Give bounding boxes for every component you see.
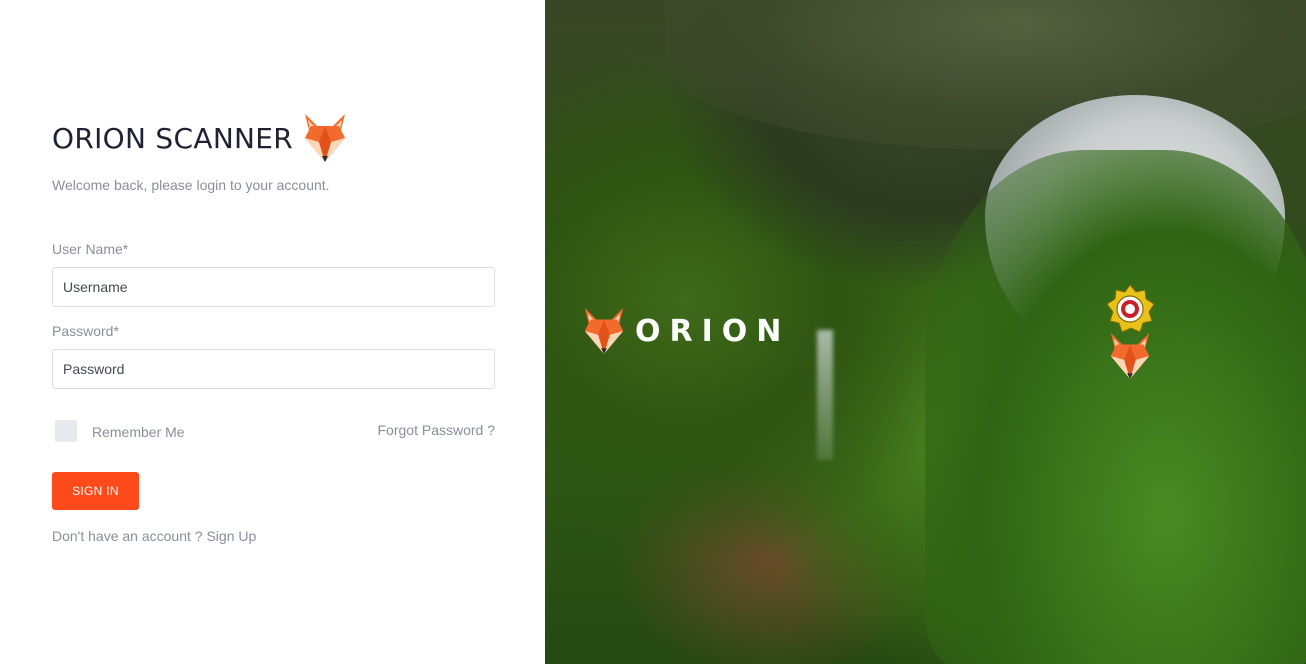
welcome-text: Welcome back, please login to your accou… xyxy=(52,177,330,193)
sign-in-button[interactable]: SIGN IN xyxy=(52,472,139,510)
brand-header: ORION SCANNER xyxy=(52,112,349,164)
page-title: ORION SCANNER xyxy=(52,121,294,155)
hero-brand-word: ORION xyxy=(635,313,791,349)
waterfall xyxy=(817,330,833,460)
fox-logo-icon xyxy=(305,114,346,162)
fox-logo-icon xyxy=(584,308,624,354)
fox-logo-icon xyxy=(1110,333,1150,379)
login-panel: ORION SCANNER Welcome back, please login… xyxy=(0,0,545,664)
sign-up-link[interactable]: Sign Up xyxy=(206,528,256,544)
jungle-canopy xyxy=(925,150,1306,664)
seal-emblem-icon xyxy=(1106,284,1155,333)
signup-prompt: Don't have an account ? Sign Up xyxy=(52,528,256,544)
remember-me-checkbox[interactable] xyxy=(55,420,77,442)
password-label: Password* xyxy=(52,323,119,339)
forgot-password-link[interactable]: Forgot Password ? xyxy=(378,422,496,438)
hero-image: ORION xyxy=(545,0,1306,664)
signup-prefix-text: Don't have an account ? xyxy=(52,528,207,544)
password-input[interactable] xyxy=(52,349,495,389)
hero-brand-logo: ORION xyxy=(581,306,790,356)
login-page: ORION SCANNER Welcome back, please login… xyxy=(0,0,1306,664)
remember-me-label: Remember Me xyxy=(92,424,185,440)
username-label: User Name* xyxy=(52,241,129,257)
username-input[interactable] xyxy=(52,267,495,307)
